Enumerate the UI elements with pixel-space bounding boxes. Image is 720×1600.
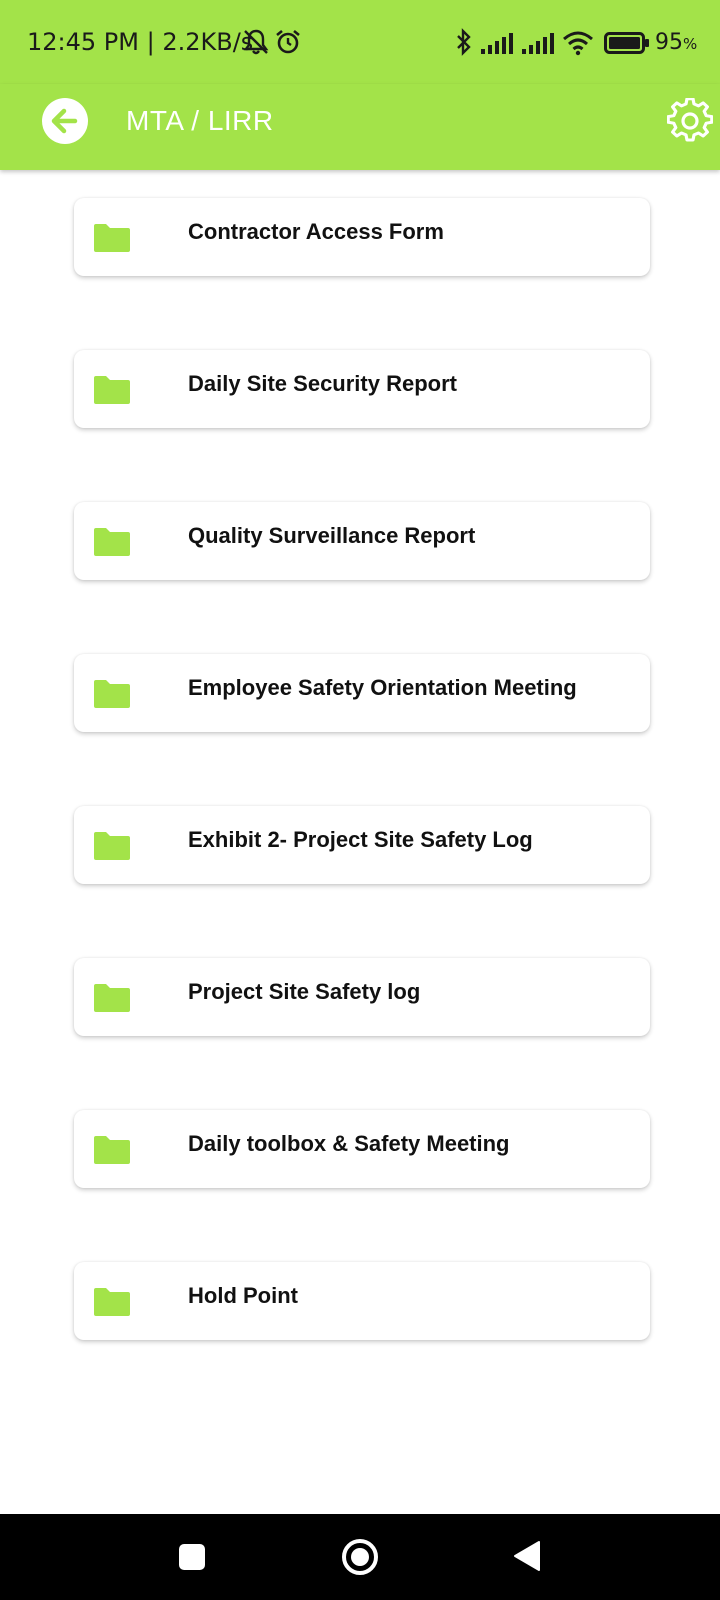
home-button[interactable] bbox=[341, 1538, 379, 1581]
arrow-left-icon bbox=[51, 108, 78, 134]
signal-icon bbox=[480, 32, 514, 59]
form-label: Contractor Access Form bbox=[188, 219, 444, 244]
folder-icon bbox=[94, 528, 130, 556]
folder-icon bbox=[94, 1136, 130, 1164]
recents-square-icon bbox=[179, 1544, 205, 1570]
bell-muted-icon bbox=[243, 28, 269, 61]
wifi-icon bbox=[562, 30, 594, 61]
app-bar: MTA / LIRR bbox=[0, 84, 720, 170]
gear-icon bbox=[666, 97, 714, 142]
form-label: Exhibit 2- Project Site Safety Log bbox=[188, 827, 533, 852]
home-circle-icon bbox=[342, 1539, 378, 1575]
recents-button[interactable] bbox=[178, 1543, 206, 1576]
form-card-daily-toolbox-safety[interactable]: Daily toolbox & Safety Meeting bbox=[74, 1110, 650, 1188]
system-nav-bar bbox=[0, 1514, 720, 1600]
status-bar: 12:45 PM | 2.2KB/s 95% bbox=[0, 0, 720, 84]
folder-icon bbox=[94, 832, 130, 860]
alarm-icon bbox=[274, 28, 302, 61]
form-label: Quality Surveillance Report bbox=[188, 523, 476, 548]
bluetooth-icon bbox=[455, 28, 473, 61]
folder-icon bbox=[94, 984, 130, 1012]
back-button[interactable] bbox=[42, 98, 88, 144]
form-card-project-site-safety-log[interactable]: Project Site Safety log bbox=[74, 958, 650, 1036]
page-title: MTA / LIRR bbox=[126, 105, 274, 136]
status-time: 12:45 PM | 2.2KB/s bbox=[27, 28, 254, 56]
form-label: Employee Safety Orientation Meeting bbox=[188, 675, 577, 700]
folder-icon bbox=[94, 1288, 130, 1316]
folder-icon bbox=[94, 680, 130, 708]
form-label: Daily toolbox & Safety Meeting bbox=[188, 1131, 510, 1156]
form-card-quality-surveillance[interactable]: Quality Surveillance Report bbox=[74, 502, 650, 580]
battery-icon bbox=[604, 32, 650, 59]
settings-button[interactable] bbox=[666, 97, 714, 144]
form-label: Hold Point bbox=[188, 1283, 298, 1308]
folder-icon bbox=[94, 376, 130, 404]
form-card-daily-site-security[interactable]: Daily Site Security Report bbox=[74, 350, 650, 428]
form-card-contractor-access[interactable]: Contractor Access Form bbox=[74, 198, 650, 276]
folder-icon bbox=[94, 224, 130, 252]
battery-percent: 95% bbox=[655, 30, 698, 55]
signal-icon bbox=[521, 32, 555, 59]
back-triangle-icon bbox=[514, 1541, 540, 1571]
form-card-exhibit-2-safety-log[interactable]: Exhibit 2- Project Site Safety Log bbox=[74, 806, 650, 884]
form-card-employee-safety-orientation[interactable]: Employee Safety Orientation Meeting bbox=[74, 654, 650, 732]
form-card-hold-point[interactable]: Hold Point bbox=[74, 1262, 650, 1340]
form-label: Project Site Safety log bbox=[188, 979, 421, 1004]
back-nav-button[interactable] bbox=[513, 1540, 541, 1577]
form-label: Daily Site Security Report bbox=[188, 371, 457, 396]
